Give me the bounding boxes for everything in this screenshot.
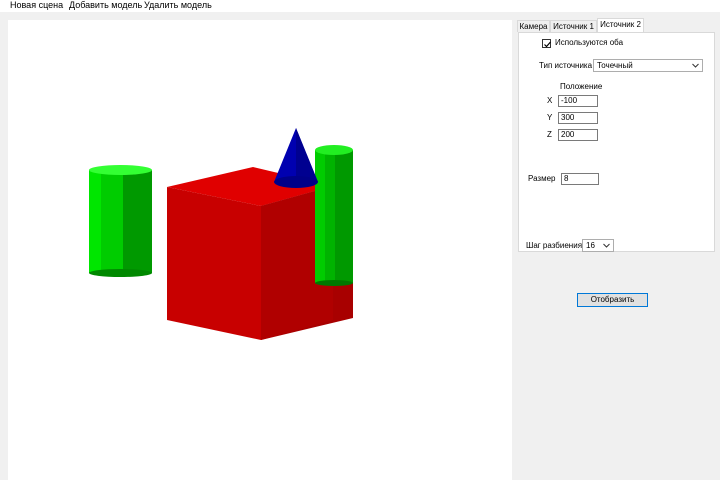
source-type-value: Точечный: [597, 61, 633, 70]
menu-new-scene[interactable]: Новая сцена: [10, 0, 63, 12]
right-green-cylinder: [315, 145, 353, 286]
tab-source-2[interactable]: Источник 2: [597, 18, 644, 32]
tab-page-source-2: Используются оба Тип источника Точечный …: [518, 32, 715, 252]
tab-camera[interactable]: Камера: [517, 20, 550, 32]
z-label: Z: [547, 130, 552, 139]
menu-delete-model[interactable]: Удалить модель: [144, 0, 212, 12]
checkmark-icon: [544, 41, 551, 48]
menu-bar: Новая сцена Добавить модель Удалить моде…: [0, 0, 720, 12]
position-label: Положение: [560, 82, 603, 91]
x-position-field[interactable]: -100: [558, 95, 598, 107]
use-both-label: Используются оба: [555, 38, 624, 47]
chevron-down-icon: [603, 243, 610, 248]
source-type-label: Тип источника: [539, 61, 593, 70]
split-step-value: 16: [586, 241, 595, 250]
scene-canvas: [89, 128, 353, 340]
y-position-field[interactable]: 300: [558, 112, 598, 124]
menu-add-model[interactable]: Добавить модель: [69, 0, 142, 12]
y-label: Y: [547, 113, 553, 122]
size-label: Размер: [528, 174, 556, 183]
x-label: X: [547, 96, 553, 105]
render-viewport[interactable]: [8, 20, 512, 480]
left-green-cylinder: [89, 165, 152, 277]
split-step-select[interactable]: 16: [582, 239, 614, 252]
blue-cone: [274, 128, 318, 188]
tab-source-1[interactable]: Источник 1: [550, 20, 597, 32]
chevron-down-icon: [692, 63, 699, 68]
z-position-field[interactable]: 200: [558, 129, 598, 141]
split-step-label: Шаг разбиения: [526, 241, 583, 250]
use-both-checkbox[interactable]: [542, 39, 551, 48]
size-field[interactable]: 8: [561, 173, 599, 185]
settings-panel: Камера Источник 1 Источник 2 Используютс…: [513, 18, 720, 480]
render-button[interactable]: Отобразить: [577, 293, 648, 307]
source-type-select[interactable]: Точечный: [593, 59, 703, 72]
